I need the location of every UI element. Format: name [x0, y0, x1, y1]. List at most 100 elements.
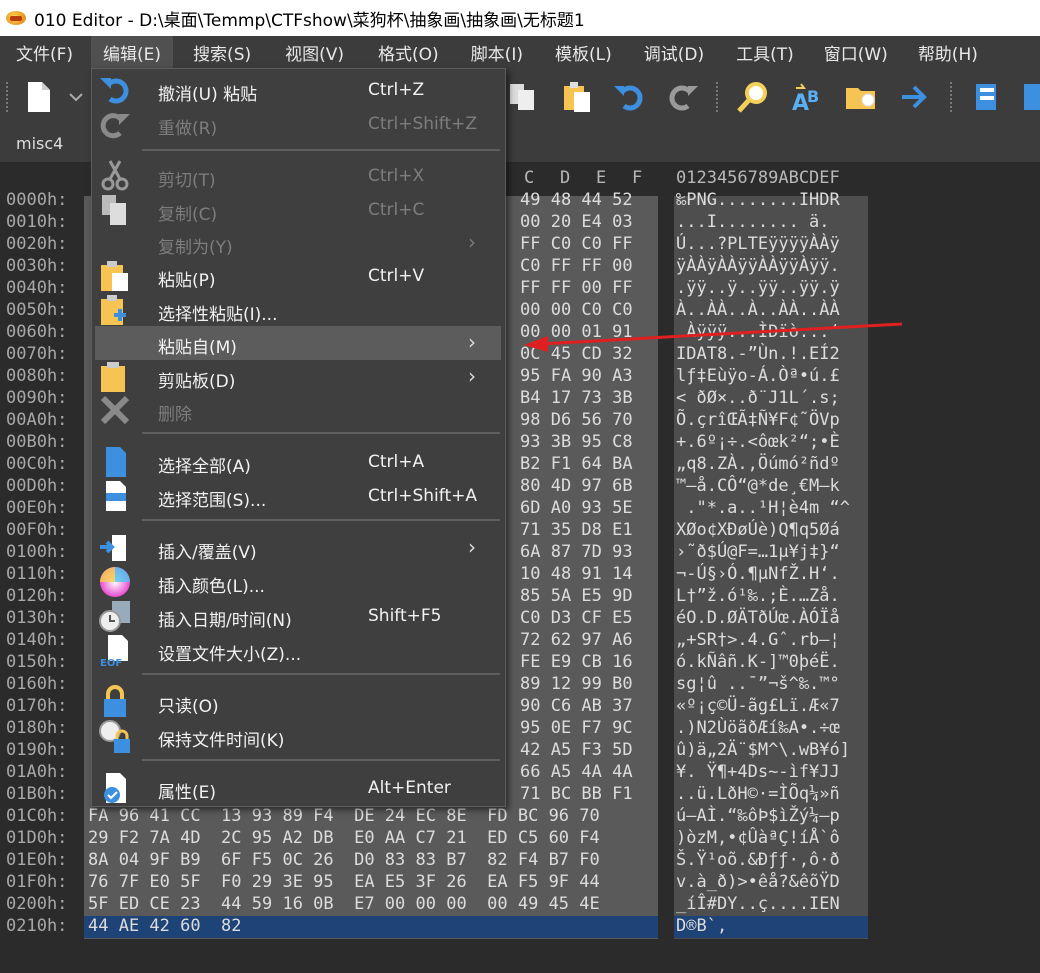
row-hex-bytes[interactable]: 6D A0 93 5E: [520, 498, 633, 518]
menu-template[interactable]: 模板(L): [543, 36, 624, 68]
menu-tools[interactable]: 工具(T): [724, 36, 806, 68]
row-ascii[interactable]: ‰PNG........IHDR: [676, 190, 840, 210]
tab-misc4[interactable]: misc4: [16, 134, 63, 153]
menu-item-19[interactable]: 属性(E) Alt+Enter: [92, 771, 505, 805]
row-ascii[interactable]: ÿÀÀÿÀÀÿÿÀÀÿÿÀÿÿ.: [676, 256, 840, 276]
goto-arrow-icon[interactable]: [898, 80, 932, 114]
menu-item-9[interactable]: 剪贴板(D) ›: [92, 360, 505, 394]
row-ascii[interactable]: ™–å.CÔ“@*de¸€M—k: [676, 476, 840, 496]
row-hex-bytes[interactable]: 93 3B 95 C8: [520, 432, 633, 452]
row-hex-bytes[interactable]: 71 BC BB F1: [520, 784, 633, 804]
chevron-down-icon[interactable]: [64, 80, 88, 114]
row-ascii[interactable]: ¬-Ú§›Ó.¶µNfŽ.H‘.: [676, 564, 840, 584]
row-ascii[interactable]: Š.Ÿ¹oõ.&Ðƒƒ·‚ô·ð: [676, 850, 840, 870]
row-hex-bytes[interactable]: 71 35 D8 E1: [520, 520, 633, 540]
row-hex-bytes[interactable]: 10 48 91 14: [520, 564, 633, 584]
row-ascii[interactable]: IDAT8.-”Ùn.!.EÍ2: [676, 344, 840, 364]
row-ascii[interactable]: ú–AÌ.“‰ôÞ$ìŽý¼–p: [676, 806, 840, 826]
menu-item-8[interactable]: 粘贴自(M) ›: [95, 326, 501, 360]
row-ascii[interactable]: lƒ‡Eùÿo-Á.Òª•ú.£: [676, 366, 840, 386]
row-ascii[interactable]: û)ä„2Ä¨$M^\.wB¥ó]: [676, 740, 850, 760]
row-hex-bytes[interactable]: 44 AE 42 60 82: [88, 916, 242, 936]
row-hex-bytes[interactable]: 29 F2 7A 4D 2C 95 A2 DB E0 AA C7 21 ED C…: [88, 828, 600, 848]
row-hex-bytes[interactable]: 8A 04 9F B9 6F F5 0C 26 D0 83 83 B7 82 F…: [88, 850, 600, 870]
row-hex-bytes[interactable]: 00 00 C0 C0: [520, 300, 633, 320]
row-hex-bytes[interactable]: C0 D3 CF E5: [520, 608, 633, 628]
row-ascii[interactable]: ¥. Ÿ¶+4Ds~-ìf¥JJ: [676, 762, 840, 782]
menu-item-7[interactable]: 选择性粘贴(I)...: [92, 293, 505, 327]
row-ascii[interactable]: ›˜ð$Ú@F=…1µ¥j‡}“: [676, 542, 840, 562]
row-hex-bytes[interactable]: 85 5A E5 9D: [520, 586, 633, 606]
row-hex-bytes[interactable]: 76 7F E0 5F F0 29 3E 95 EA E5 3F 26 EA F…: [88, 872, 600, 892]
menu-item-14[interactable]: 插入颜色(L)...: [92, 565, 505, 599]
row-hex-bytes[interactable]: 6A 87 7D 93: [520, 542, 633, 562]
row-ascii[interactable]: „+SR†>.4.Gˆ.rb—¦: [676, 630, 840, 650]
row-ascii[interactable]: sg¦û ..¯”¬š^‰.™°: [676, 674, 840, 694]
row-ascii[interactable]: < ðØ×..ð¨J1L´.s;: [676, 388, 840, 408]
redo-toolbar-icon[interactable]: [666, 80, 700, 114]
menu-item-15[interactable]: 插入日期/时间(N) Shift+F5: [92, 599, 505, 633]
row-ascii[interactable]: ."*.a..¹H¦è4m “^: [676, 498, 850, 518]
menu-edit[interactable]: 编辑(E): [91, 36, 174, 68]
row-hex-bytes[interactable]: 89 12 99 B0: [520, 674, 633, 694]
row-ascii[interactable]: .ÿÿ..ÿ..ÿÿ..ÿÿ.ÿ: [676, 278, 840, 298]
row-hex-bytes[interactable]: FE E9 CB 16: [520, 652, 633, 672]
menu-item-1[interactable]: 撤消(U) 粘贴 Ctrl+Z: [92, 73, 505, 107]
row-ascii[interactable]: D®B`‚: [676, 916, 727, 936]
copy-toolbar-icon[interactable]: [506, 80, 540, 114]
row-ascii[interactable]: .)N2ÙöãðÆí‰A•.÷œ: [676, 718, 840, 738]
row-ascii[interactable]: éO.D.ØÄTðÚœ.ÀÓÏå: [676, 608, 840, 628]
menu-window[interactable]: 窗口(W): [812, 36, 900, 68]
row-hex-bytes[interactable]: FF C0 C0 FF: [520, 234, 633, 254]
row-ascii[interactable]: Õ.çrîŒÃ‡Ñ¥F¢˜ÖVp: [676, 410, 840, 430]
row-hex-bytes[interactable]: 42 A5 F3 5D: [520, 740, 633, 760]
menu-script[interactable]: 脚本(I): [459, 36, 535, 68]
row-hex-bytes[interactable]: 72 62 97 A6: [520, 630, 633, 650]
row-ascii[interactable]: „q8.ZÀ.,Öúmó²ñdº: [676, 454, 840, 474]
row-hex-bytes[interactable]: 90 C6 AB 37: [520, 696, 633, 716]
row-hex-bytes[interactable]: 98 D6 56 70: [520, 410, 633, 430]
row-ascii[interactable]: «º¡ç©Ü-ãg£Lï.Æ«7: [676, 696, 840, 716]
row-hex-bytes[interactable]: B2 F1 64 BA: [520, 454, 633, 474]
menu-file[interactable]: 文件(F): [4, 36, 85, 68]
menu-format[interactable]: 格式(O): [366, 36, 451, 68]
replace-icon[interactable]: AB: [790, 80, 824, 114]
row-hex-bytes[interactable]: 66 A5 4A 4A: [520, 762, 633, 782]
paste-toolbar-icon[interactable]: [560, 80, 594, 114]
row-ascii[interactable]: ..ü.LðH©·=ÌÕq¼»ñ: [676, 784, 840, 804]
row-hex-bytes[interactable]: 95 0E F7 9C: [520, 718, 633, 738]
row-hex-bytes[interactable]: FA 96 41 CC 13 93 89 F4 DE 24 EC 8E FD B…: [88, 806, 600, 826]
menu-item-17[interactable]: 只读(O): [92, 685, 505, 719]
menu-item-12[interactable]: 选择范围(S)... Ctrl+Shift+A: [92, 479, 505, 513]
row-ascii[interactable]: À..ÀÀ..À..ÀÀ..ÀÀ: [676, 300, 840, 320]
menu-item-13[interactable]: 插入/覆盖(V) ›: [92, 531, 505, 565]
menu-view[interactable]: 视图(V): [273, 36, 356, 68]
row-ascii[interactable]: Àÿÿÿ...ÌDïò...‘: [676, 322, 840, 342]
menu-item-11[interactable]: 选择全部(A) Ctrl+A: [92, 445, 505, 479]
new-file-icon[interactable]: [22, 80, 56, 114]
row-ascii[interactable]: _íÎ#DY..ç....IEN: [676, 894, 840, 914]
undo-toolbar-icon[interactable]: [612, 80, 646, 114]
row-hex-bytes[interactable]: FF FF 00 FF: [520, 278, 633, 298]
row-hex-bytes[interactable]: B4 17 73 3B: [520, 388, 633, 408]
row-hex-bytes[interactable]: 00 20 E4 03: [520, 212, 633, 232]
row-hex-bytes[interactable]: 95 FA 90 A3: [520, 366, 633, 386]
menu-debug[interactable]: 调试(D): [632, 36, 716, 68]
run-script-icon[interactable]: [970, 80, 1004, 114]
row-ascii[interactable]: ó.kÑâñ.K-]™0þéË.: [676, 652, 840, 672]
row-ascii[interactable]: v.à_ð)>•êå?&êõŸD: [676, 872, 840, 892]
menu-help[interactable]: 帮助(H): [906, 36, 990, 68]
row-ascii[interactable]: ...I........ ä.: [676, 212, 830, 232]
row-ascii[interactable]: +.6º¡÷.<ôœk²“;•È: [676, 432, 840, 452]
row-hex-bytes[interactable]: C0 FF FF 00: [520, 256, 633, 276]
menu-item-16[interactable]: EOF 设置文件大小(Z)...: [92, 633, 505, 667]
row-ascii[interactable]: L†”ž.ó¹‰.;È.…Zå.: [676, 586, 840, 606]
row-hex-bytes[interactable]: 00 00 01 91: [520, 322, 633, 342]
row-ascii[interactable]: Ú...?PLTEÿÿÿÿÀÀÿ: [676, 234, 840, 254]
row-ascii[interactable]: )òzM,•¢ÛàªÇ!íÅ`ô: [676, 828, 840, 848]
run-template-icon[interactable]: [1020, 80, 1040, 114]
menu-item-18[interactable]: 保持文件时间(K): [92, 719, 505, 753]
row-hex-bytes[interactable]: 5F ED CE 23 44 59 16 0B E7 00 00 00 00 4…: [88, 894, 600, 914]
find-icon[interactable]: [736, 80, 770, 114]
row-ascii[interactable]: XØo¢XÐøÚè)Q¶q5Øá: [676, 520, 840, 540]
